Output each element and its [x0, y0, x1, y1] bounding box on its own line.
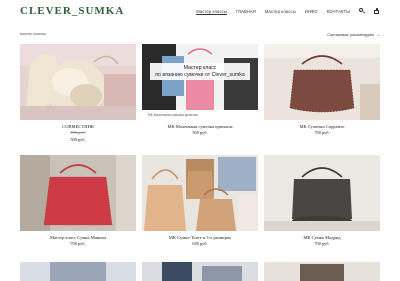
product-image[interactable] [264, 44, 380, 120]
product-card[interactable]: МК Сумка Мадрид 700 руб. [264, 155, 380, 246]
nav-item-contacts[interactable]: КОНТАКТЫ [327, 9, 350, 14]
product-card[interactable]: МК Сумочка Сорренто 700 руб. [264, 44, 380, 135]
product-name[interactable]: МК Сумка-Тоете в 3-х размерах [142, 235, 258, 240]
main-nav: Мастер классы ГЛАВНАЯ Мастер классы ИНФО… [187, 8, 380, 14]
breadcrumb[interactable]: мастер классы [20, 32, 46, 36]
product-name[interactable]: МК Маленькая сумочка крючком [142, 124, 258, 129]
search-icon[interactable] [359, 8, 365, 14]
product-card[interactable] [264, 262, 380, 281]
product-image[interactable] [264, 262, 380, 281]
product-price: 700 руб. [70, 241, 86, 246]
product-image[interactable] [142, 155, 258, 231]
image-overlay-text: Мастер класс по вязанию сумочки от Cleve… [150, 63, 250, 81]
product-price: 500 руб. [70, 136, 86, 142]
product-old-price: 700 руб. [70, 130, 86, 135]
overlay-line-1: Мастер класс [183, 65, 217, 71]
nav-item-info[interactable]: ИНФО [305, 9, 318, 14]
product-name[interactable]: МК Сумочка Сорренто [264, 124, 380, 129]
sort-dropdown[interactable]: Сортировка: рекомендуем ⌄ [327, 32, 380, 38]
product-image[interactable] [264, 155, 380, 231]
product-card[interactable] [142, 262, 258, 281]
product-price: 700 руб. [314, 241, 330, 246]
product-name[interactable]: СОВМЕСТНИК [20, 124, 136, 129]
product-card[interactable] [20, 262, 136, 281]
overlay-line-2: по вязанию сумочки от Clever_sumka [155, 71, 245, 78]
site-header: CLEVER_SUMKA Мастер классы ГЛАВНАЯ Масте… [0, 0, 400, 22]
product-image[interactable] [142, 262, 258, 281]
nav-item-master-classes-active[interactable]: Мастер классы [196, 9, 227, 14]
product-name[interactable]: Мастер класс Сумка Манила [20, 235, 136, 240]
product-image[interactable] [20, 262, 136, 281]
product-price: 500 руб. [192, 130, 208, 135]
product-price: 700 руб. [314, 130, 330, 135]
chevron-down-icon: ⌄ [376, 33, 380, 37]
product-card[interactable]: МК Сумка-Тоете в 3-х размерах 650 руб. [142, 155, 258, 246]
image-badge: МК Маленькая сумочка крючком [146, 112, 200, 117]
product-card[interactable]: СОВМЕСТНИК 700 руб. 500 руб. [20, 44, 136, 142]
product-card[interactable]: Мастер класс Сумка Манила 700 руб. [20, 155, 136, 246]
sort-label: Сортировка: рекомендуем [327, 32, 374, 37]
nav-item-home[interactable]: ГЛАВНАЯ [236, 9, 256, 14]
product-image[interactable]: Мастер класс по вязанию сумочки от Cleve… [142, 44, 258, 120]
product-price: 650 руб. [192, 241, 208, 246]
product-image[interactable] [20, 155, 136, 231]
product-card[interactable]: Мастер класс по вязанию сумочки от Cleve… [142, 44, 258, 135]
site-logo[interactable]: CLEVER_SUMKA [20, 5, 124, 17]
nav-item-master-classes[interactable]: Мастер классы [265, 9, 296, 14]
product-image[interactable] [20, 44, 136, 120]
product-name[interactable]: МК Сумка Мадрид [264, 235, 380, 240]
cart-icon[interactable] [374, 8, 380, 14]
